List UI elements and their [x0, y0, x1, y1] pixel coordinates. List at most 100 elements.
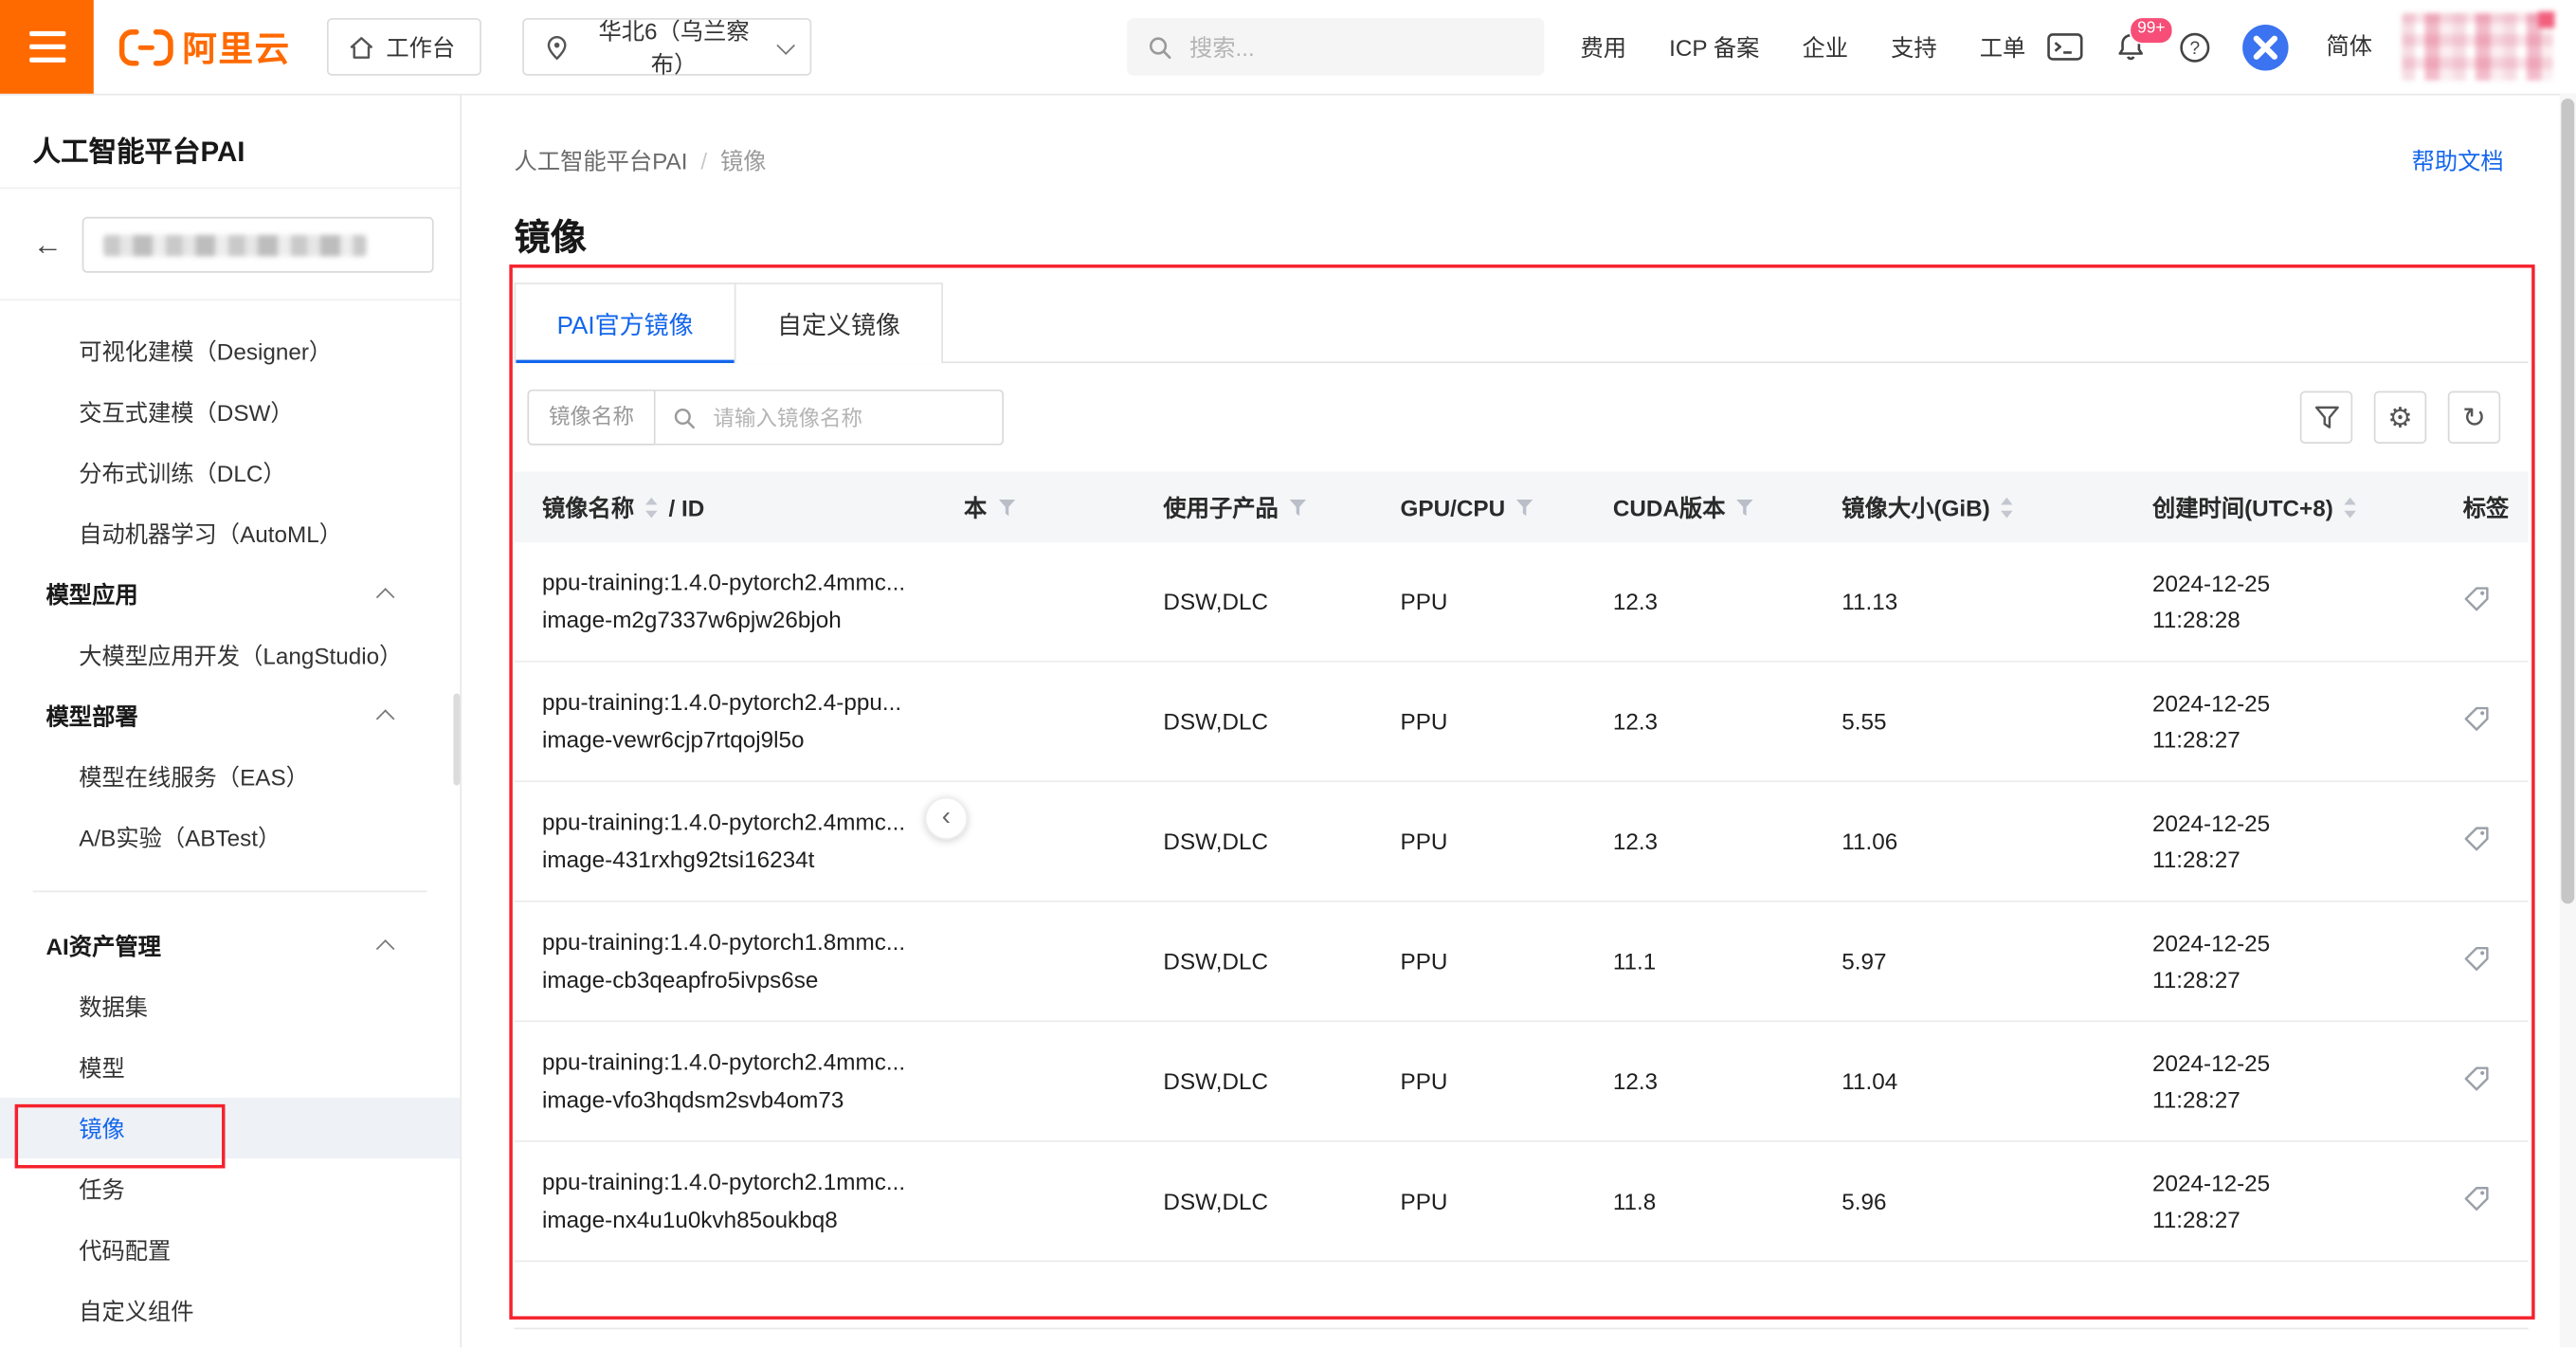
sidebar-item-label: 可视化建模（Designer） — [79, 335, 332, 368]
cell-created-time: 2024-12-2511:28:27 — [2152, 1045, 2463, 1117]
sidebar-item-images[interactable]: 镜像 — [0, 1098, 460, 1158]
avatar[interactable] — [2242, 24, 2289, 70]
divider — [0, 188, 460, 190]
tag-icon[interactable] — [2463, 1065, 2491, 1092]
sidebar-item-designer[interactable]: 可视化建模（Designer） — [0, 320, 460, 381]
sidebar-item-datasets[interactable]: 数据集 — [0, 976, 460, 1037]
sidebar-item-abtest[interactable]: A/B实验（ABTest） — [0, 807, 460, 867]
aliyun-logo-text: 阿里云 — [182, 22, 290, 71]
sort-icon — [2000, 496, 2015, 519]
workspace-selector[interactable] — [82, 217, 434, 273]
tag-icon[interactable] — [2463, 585, 2491, 612]
filter-field-label[interactable]: 镜像名称 — [527, 390, 655, 446]
vertical-scrollbar[interactable] — [2560, 94, 2576, 1348]
image-name[interactable]: ppu-training:1.4.0-pytorch2.4mmc... — [542, 564, 951, 602]
topbar-link-support[interactable]: 支持 — [1891, 30, 1937, 64]
sidebar-item-eas[interactable]: 模型在线服务（EAS） — [0, 746, 460, 807]
sidebar-item-automl[interactable]: 自动机器学习（AutoML） — [0, 502, 460, 563]
filter-button[interactable] — [2300, 392, 2352, 444]
image-name-search-input[interactable] — [710, 404, 979, 431]
table-row[interactable]: ppu-training:1.4.0-pytorch1.8mmc...image… — [515, 902, 2529, 1023]
topbar-link-icp[interactable]: ICP 备案 — [1669, 30, 1759, 64]
terminal-icon[interactable] — [2047, 31, 2083, 63]
column-label: 本 — [964, 490, 987, 523]
breadcrumb: 人工智能平台PAI/镜像 — [515, 145, 767, 178]
sidebar-item-label: 模型应用 — [46, 577, 138, 610]
notification-bell-icon[interactable]: 99+ — [2114, 31, 2148, 63]
column-header-version[interactable]: 本 — [964, 490, 1163, 523]
breadcrumb-item[interactable]: 人工智能平台PAI — [515, 145, 688, 178]
sidebar-item-ai-assets[interactable]: AI资产管理 — [0, 916, 460, 976]
table-row[interactable]: ppu-training:1.4.0-pytorch2.4mmc...image… — [515, 542, 2529, 663]
image-name[interactable]: ppu-training:1.4.0-pytorch2.4mmc... — [542, 1044, 951, 1082]
column-header-cuda-version[interactable]: CUDA版本 — [1613, 490, 1841, 523]
sidebar-item-label: 交互式建模（DSW） — [79, 395, 294, 428]
column-header-gpu-cpu[interactable]: GPU/CPU — [1401, 494, 1613, 520]
image-name[interactable]: ppu-training:1.4.0-pytorch2.4-ppu... — [542, 683, 951, 721]
sidebar-item-dsw[interactable]: 交互式建模（DSW） — [0, 381, 460, 442]
column-header-sub-product[interactable]: 使用子产品 — [1163, 490, 1400, 523]
workbench-button[interactable]: 工作台 — [327, 18, 481, 76]
cell-cuda-version: 11.1 — [1613, 948, 1841, 975]
tag-icon[interactable] — [2463, 1185, 2491, 1212]
sidebar-item-dlc[interactable]: 分布式训练（DLC） — [0, 442, 460, 502]
topbar-search[interactable] — [1127, 18, 1544, 76]
table-row[interactable]: ppu-training:1.4.0-pytorch2.4mmc...image… — [515, 1022, 2529, 1142]
image-name-search[interactable] — [656, 390, 1004, 446]
column-header-created[interactable]: 创建时间(UTC+8) — [2152, 490, 2463, 523]
tag-icon[interactable] — [2463, 825, 2491, 852]
sidebar-item-label: AI资产管理 — [46, 929, 161, 962]
topbar-link-tickets[interactable]: 工单 — [1980, 30, 2026, 64]
help-icon[interactable]: ? — [2178, 30, 2211, 64]
sidebar-item-code-config[interactable]: 代码配置 — [0, 1219, 460, 1280]
sidebar-item-label: 自动机器学习（AutoML） — [79, 517, 342, 550]
image-name[interactable]: ppu-training:1.4.0-pytorch1.8mmc... — [542, 923, 951, 961]
tag-icon[interactable] — [2463, 705, 2491, 733]
cell-sub-product: DSW,DLC — [1163, 948, 1400, 975]
sidebar-item-models[interactable]: 模型 — [0, 1037, 460, 1098]
cell-image-size: 5.55 — [1841, 708, 2152, 735]
refresh-button[interactable]: ↻ — [2448, 392, 2500, 444]
tag-icon[interactable] — [2463, 945, 2491, 973]
table-row[interactable]: ppu-training:1.4.0-pytorch2.4-ppu...imag… — [515, 663, 2529, 783]
column-label: 标签 — [2463, 490, 2510, 523]
sidebar-divider — [33, 891, 427, 893]
image-name[interactable]: ppu-training:1.4.0-pytorch2.4mmc... — [542, 804, 951, 842]
cell-sub-product: DSW,DLC — [1163, 1188, 1400, 1214]
cell-cuda-version: 12.3 — [1613, 1068, 1841, 1095]
hamburger-menu-button[interactable] — [0, 0, 94, 94]
sidebar-scrollbar-thumb[interactable] — [453, 693, 460, 785]
image-name[interactable]: ppu-training:1.4.0-pytorch2.1mmc... — [542, 1163, 951, 1201]
tab-pai-official-images[interactable]: PAI官方镜像 — [515, 282, 736, 363]
sidebar-item-custom-components[interactable]: 自定义组件 — [0, 1280, 460, 1340]
topbar-search-input[interactable] — [1187, 32, 1505, 62]
vertical-scrollbar-thumb[interactable] — [2561, 99, 2574, 903]
back-button[interactable]: ← — [23, 217, 72, 273]
help-doc-link[interactable]: 帮助文档 — [2412, 145, 2504, 178]
sidebar-menu: 可视化建模（Designer） 交互式建模（DSW） 分布式训练（DLC） 自动机器学… — [0, 320, 460, 1340]
sidebar-item-model-deployment[interactable]: 模型部署 — [0, 685, 460, 746]
scroll-left-button[interactable]: ‹ — [925, 797, 968, 840]
cell-sub-product: DSW,DLC — [1163, 708, 1400, 735]
settings-button[interactable]: ⚙ — [2374, 392, 2426, 444]
column-header-name-id[interactable]: 镜像名称/ ID — [542, 490, 964, 523]
cell-tags — [2463, 1185, 2529, 1218]
aliyun-logo[interactable]: 阿里云 — [118, 0, 291, 94]
topbar-link-billing[interactable]: 费用 — [1581, 30, 1627, 64]
tab-custom-images[interactable]: 自定义镜像 — [735, 282, 943, 363]
cell-image-name-id: ppu-training:1.4.0-pytorch2.4-ppu...imag… — [542, 683, 964, 759]
sidebar-item-langstudio[interactable]: 大模型应用开发（LangStudio） — [0, 625, 460, 685]
sidebar-item-tasks[interactable]: 任务 — [0, 1158, 460, 1219]
topbar-link-enterprise[interactable]: 企业 — [1803, 30, 1849, 64]
images-card: PAI官方镜像自定义镜像 镜像名称 — [515, 282, 2529, 1329]
column-header-size[interactable]: 镜像大小(GiB) — [1841, 490, 2152, 523]
sidebar-item-model-application[interactable]: 模型应用 — [0, 564, 460, 625]
account-name-redacted[interactable] — [2402, 13, 2552, 81]
language-switch[interactable]: 简体 — [2326, 0, 2372, 94]
table-row[interactable]: ppu-training:1.4.0-pytorch2.1mmc...image… — [515, 1142, 2529, 1263]
sidebar-item-label: 大模型应用开发（LangStudio） — [79, 638, 402, 671]
region-selector[interactable]: 华北6（乌兰察布） — [522, 18, 811, 76]
cell-gpu-cpu: PPU — [1401, 1068, 1613, 1095]
cell-image-name-id: ppu-training:1.4.0-pytorch2.4mmc...image… — [542, 804, 964, 880]
table-row[interactable]: ppu-training:1.4.0-pytorch2.4mmc...image… — [515, 782, 2529, 902]
